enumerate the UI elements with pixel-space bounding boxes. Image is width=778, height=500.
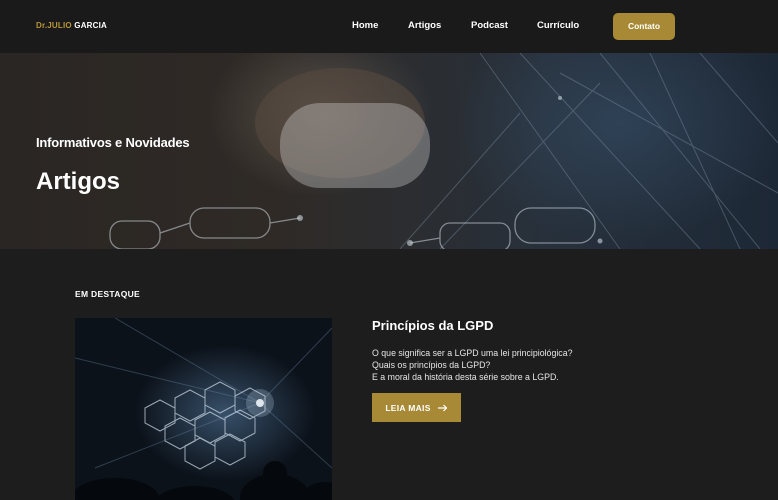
excerpt-line: Quais os princípios da LGPD? (372, 360, 491, 370)
excerpt-line: E a moral da história desta série sobre … (372, 372, 559, 382)
arrow-right-icon (437, 404, 448, 411)
hero-title: Artigos (36, 168, 120, 195)
logo-name: GARCIA (74, 21, 108, 30)
hero-subtitle: Informativos e Novidades (36, 135, 190, 150)
nav-artigos[interactable]: Artigos (408, 20, 441, 31)
contact-button[interactable]: Contato (613, 13, 675, 40)
hero-banner: Informativos e Novidades Artigos (0, 53, 778, 249)
nav-curriculo[interactable]: Currículo (537, 20, 579, 31)
nav-home[interactable]: Home (352, 20, 378, 31)
site-logo[interactable]: Dr.JULIO GARCIA (36, 21, 107, 30)
logo-prefix: Dr.JULIO (36, 21, 72, 30)
featured-post-excerpt: O que significa ser a LGPD uma lei princ… (372, 347, 572, 383)
featured-label: EM DESTAQUE (75, 289, 141, 299)
read-more-button[interactable]: LEIA MAIS (372, 393, 461, 422)
featured-post-image[interactable] (75, 318, 332, 500)
read-more-label: LEIA MAIS (385, 402, 431, 413)
site-header: Dr.JULIO GARCIA Home Artigos Podcast Cur… (0, 0, 778, 53)
excerpt-line: O que significa ser a LGPD uma lei princ… (372, 348, 573, 358)
featured-post-title[interactable]: Princípios da LGPD (372, 318, 493, 333)
hero-background-image (109, 53, 778, 249)
nav-podcast[interactable]: Podcast (471, 20, 508, 31)
featured-image-graphic (75, 318, 332, 500)
